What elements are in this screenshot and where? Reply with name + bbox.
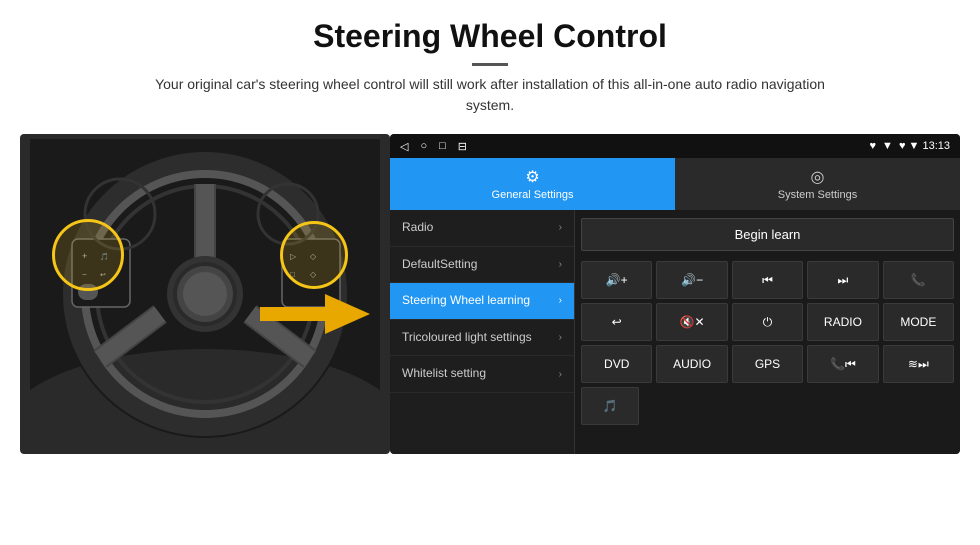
- call-prev-button[interactable]: 📞⏮: [807, 345, 878, 383]
- settings-menu: Radio › DefaultSetting › Steering Wheel …: [390, 210, 575, 454]
- hangup-icon: ↩: [612, 315, 622, 329]
- title-divider: [472, 63, 508, 66]
- steering-wheel-settings-panel: Begin learn 🔊+ 🔊− ⏮: [575, 210, 960, 454]
- vol-down-button[interactable]: 🔊−: [656, 261, 727, 299]
- location-icon: ♥: [870, 140, 877, 152]
- tab-bar: ⚙ General Settings ◎ System Settings: [390, 158, 960, 210]
- status-right: ♥ ▼ ♥ ▼ 13:13: [870, 140, 950, 152]
- vol-down-icon: 🔊−: [681, 273, 703, 287]
- tab-general-label: General Settings: [492, 189, 574, 201]
- signal-icon: ▼: [882, 140, 893, 152]
- left-highlight-circle: [52, 219, 124, 291]
- main-content: + − 🎵 ↩ ▷ ◇ □ ◇: [0, 124, 980, 464]
- menu-item-steering-label: Steering Wheel learning: [402, 293, 559, 309]
- vol-up-icon: 🔊+: [606, 273, 628, 287]
- page-header: Steering Wheel Control Your original car…: [0, 0, 980, 124]
- status-bar: ◁ ○ □ ⊟ ♥ ▼ ♥ ▼ 13:13: [390, 134, 960, 158]
- recents-nav-icon[interactable]: □: [439, 140, 446, 152]
- controls-row-2: ↩ 🔇✕ ⏻ RADIO MODE: [581, 303, 954, 341]
- menu-nav-icon[interactable]: ⊟: [458, 140, 467, 153]
- hangup-button[interactable]: ↩: [581, 303, 652, 341]
- steering-wheel-image: + − 🎵 ↩ ▷ ◇ □ ◇: [20, 134, 390, 454]
- radio-label: RADIO: [824, 315, 862, 329]
- audio-button[interactable]: AUDIO: [656, 345, 727, 383]
- begin-learn-button[interactable]: Begin learn: [581, 218, 954, 251]
- android-screen: ◁ ○ □ ⊟ ♥ ▼ ♥ ▼ 13:13 ⚙ General Settings…: [390, 134, 960, 454]
- chevron-icon-steering: ›: [559, 295, 562, 306]
- prev-icon: ⏮: [762, 273, 773, 288]
- menu-item-tricoloured-label: Tricoloured light settings: [402, 330, 559, 346]
- time-display: ♥ ▼ 13:13: [899, 140, 950, 152]
- mode-label: MODE: [900, 315, 936, 329]
- gps-button[interactable]: GPS: [732, 345, 803, 383]
- back-nav-icon[interactable]: ◁: [400, 140, 408, 153]
- call-prev-icon: 📞⏮: [830, 357, 856, 372]
- call-next-button[interactable]: ≋⏭: [883, 345, 954, 383]
- dvd-label: DVD: [604, 357, 629, 371]
- power-icon: ⏻: [763, 315, 773, 330]
- menu-item-radio[interactable]: Radio ›: [390, 210, 574, 247]
- menu-item-tricoloured[interactable]: Tricoloured light settings ›: [390, 320, 574, 357]
- controls-grid: 🔊+ 🔊− ⏮ ⏭ 📞: [581, 261, 954, 425]
- menu-item-steering-wheel[interactable]: Steering Wheel learning ›: [390, 283, 574, 320]
- phone-button[interactable]: 📞: [883, 261, 954, 299]
- call-next-icon: ≋⏭: [908, 357, 929, 372]
- menu-item-whitelist[interactable]: Whitelist setting ›: [390, 356, 574, 393]
- begin-learn-row: Begin learn: [581, 214, 954, 255]
- dvd-button[interactable]: DVD: [581, 345, 652, 383]
- controls-row-3: DVD AUDIO GPS 📞⏮ ≋⏭: [581, 345, 954, 383]
- general-settings-icon: ⚙: [525, 167, 539, 187]
- next-button[interactable]: ⏭: [807, 261, 878, 299]
- gps-label: GPS: [755, 357, 780, 371]
- settings-body: Radio › DefaultSetting › Steering Wheel …: [390, 210, 960, 454]
- power-button[interactable]: ⏻: [732, 303, 803, 341]
- mute-button[interactable]: 🔇✕: [656, 303, 727, 341]
- nav-icons: ◁ ○ □ ⊟: [400, 140, 467, 153]
- music-icon: 🎵: [603, 399, 618, 413]
- steering-wheel-svg: + − 🎵 ↩ ▷ ◇ □ ◇: [30, 139, 380, 449]
- audio-label: AUDIO: [673, 357, 711, 371]
- mute-icon: 🔇✕: [680, 315, 705, 329]
- home-nav-icon[interactable]: ○: [420, 140, 427, 152]
- chevron-icon-tricoloured: ›: [559, 332, 562, 343]
- page-title: Steering Wheel Control: [40, 18, 940, 55]
- radio-button[interactable]: RADIO: [807, 303, 878, 341]
- system-settings-icon: ◎: [811, 167, 825, 187]
- music-button[interactable]: 🎵: [581, 387, 639, 425]
- page-subtitle: Your original car's steering wheel contr…: [140, 74, 840, 116]
- chevron-icon-default: ›: [559, 259, 562, 270]
- menu-item-default-label: DefaultSetting: [402, 257, 559, 273]
- controls-row-1: 🔊+ 🔊− ⏮ ⏭ 📞: [581, 261, 954, 299]
- prev-button[interactable]: ⏮: [732, 261, 803, 299]
- chevron-icon-whitelist: ›: [559, 369, 562, 380]
- menu-item-default-setting[interactable]: DefaultSetting ›: [390, 247, 574, 284]
- phone-icon: 📞: [911, 273, 926, 287]
- next-icon: ⏭: [838, 273, 849, 288]
- menu-item-radio-label: Radio: [402, 220, 559, 236]
- tab-system-settings[interactable]: ◎ System Settings: [675, 158, 960, 210]
- tab-general-settings[interactable]: ⚙ General Settings: [390, 158, 675, 210]
- tab-system-label: System Settings: [778, 189, 857, 201]
- mode-button[interactable]: MODE: [883, 303, 954, 341]
- right-highlight-circle: [280, 221, 348, 289]
- controls-row-4: 🎵: [581, 387, 954, 425]
- menu-item-whitelist-label: Whitelist setting: [402, 366, 559, 382]
- vol-up-button[interactable]: 🔊+: [581, 261, 652, 299]
- chevron-icon-radio: ›: [559, 222, 562, 233]
